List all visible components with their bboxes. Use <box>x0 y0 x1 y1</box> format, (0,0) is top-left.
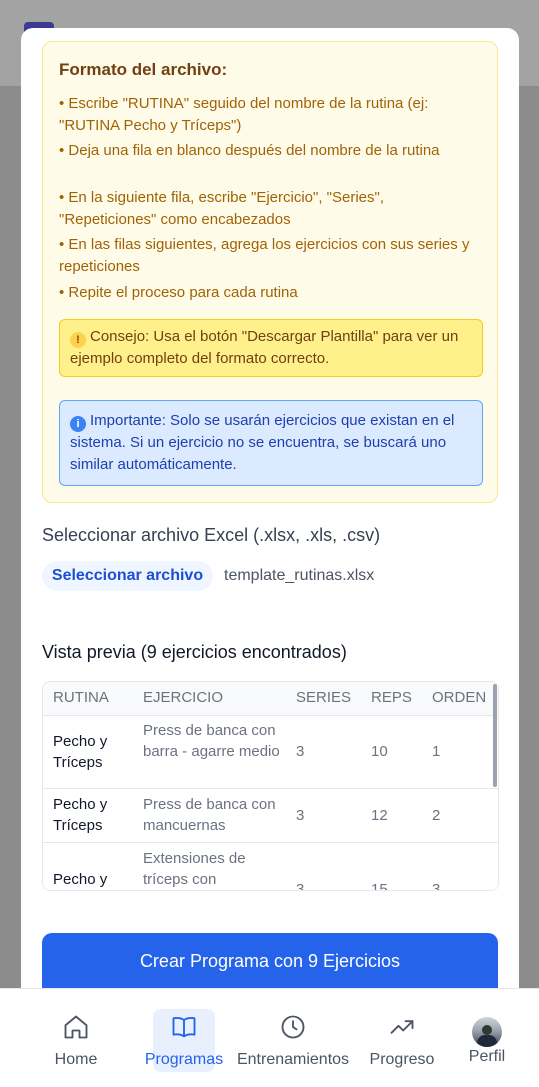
trending-up-icon <box>390 1020 414 1034</box>
select-file-button[interactable]: Seleccionar archivo <box>42 561 213 591</box>
cell-orden: 3 <box>432 881 441 891</box>
nav-entrenamientos-label: Entrenamientos <box>236 1051 350 1068</box>
preview-title: Vista previa (9 ejercicios encontrados) <box>42 642 347 662</box>
book-icon <box>172 1017 196 1038</box>
nav-perfil[interactable]: Perfil <box>452 989 522 1087</box>
table-scrollbar[interactable] <box>493 684 497 787</box>
nav-progreso-label: Progreso <box>369 1051 435 1068</box>
column-header-series: SERIES <box>296 689 352 706</box>
file-select-label: Seleccionar archivo Excel (.xlsx, .xls, … <box>42 525 381 545</box>
clock-icon <box>281 1015 305 1039</box>
format-bullet: • Escribe "RUTINA" seguido del nombre de… <box>59 95 429 134</box>
avatar <box>472 1017 502 1047</box>
column-header-orden: ORDEN <box>432 689 487 706</box>
avatar-body <box>477 1035 497 1047</box>
cell-rutina: Pecho y <box>53 871 108 888</box>
avatar-head <box>482 1025 492 1035</box>
cell-ejercicio: Press de banca con mancuernas <box>143 796 276 834</box>
cell-reps: 10 <box>371 743 388 760</box>
cell-rutina: Pecho y Tríceps <box>53 733 108 771</box>
cell-series: 3 <box>296 807 305 824</box>
info-icon: i <box>70 416 86 432</box>
nav-home[interactable]: Home <box>36 989 116 1087</box>
selected-file-name: template_rutinas.xlsx <box>224 567 375 584</box>
format-bullet: • En las filas siguientes, agrega los ej… <box>59 236 470 275</box>
nav-home-label: Home <box>54 1051 98 1068</box>
nav-entrenamientos[interactable]: Entrenamientos <box>232 989 354 1087</box>
nav-programas-label: Programas <box>144 1051 224 1068</box>
table-row: Pecho y Tríceps Press de banca con barra… <box>43 716 498 789</box>
nav-programas[interactable]: Programas <box>144 989 224 1087</box>
cell-series: 3 <box>296 743 305 760</box>
nav-progreso[interactable]: Progreso <box>362 989 442 1087</box>
important-box: i Importante: Solo se usarán ejercicios q… <box>59 400 483 486</box>
cell-ejercicio: Press de banca con barra - agarre medio <box>143 722 280 760</box>
lightbulb-icon: ! <box>70 332 86 348</box>
nav-perfil-label: Perfil <box>468 1048 506 1065</box>
column-header-ejercicio: EJERCICIO <box>143 689 224 706</box>
tip-text: Consejo: Usa el botón "Descargar Plantil… <box>70 328 459 367</box>
format-bullet: • Repite el proceso para cada rutina <box>59 284 298 301</box>
cell-orden: 2 <box>432 807 441 824</box>
table-header: RUTINA EJERCICIO SERIES REPS ORDEN <box>43 682 498 716</box>
format-instructions: Formato del archivo: • Escribe "RUTINA" … <box>42 41 498 503</box>
column-header-reps: REPS <box>371 689 412 706</box>
table-row: Pecho y Tríceps Press de banca con mancu… <box>43 789 498 843</box>
home-icon <box>64 1015 88 1039</box>
cell-series: 3 <box>296 881 305 891</box>
cell-reps: 15 <box>371 881 388 891</box>
format-title: Formato del archivo: <box>59 60 228 79</box>
format-bullet: • Deja una fila en blanco después del no… <box>59 142 440 159</box>
column-header-rutina: RUTINA <box>53 689 109 706</box>
cell-ejercicio: Extensiones de tríceps con <box>143 850 246 888</box>
cell-orden: 1 <box>432 743 441 760</box>
cell-rutina: Pecho y Tríceps <box>53 796 108 834</box>
format-bullet: • En la siguiente fila, escribe "Ejercic… <box>59 189 385 228</box>
cell-reps: 12 <box>371 807 388 824</box>
tip-box: ! Consejo: Usa el botón "Descargar Planti… <box>59 319 483 377</box>
create-program-button[interactable]: Crear Programa con 9 Ejercicios <box>42 933 498 988</box>
important-text: Importante: Solo se usarán ejercicios qu… <box>70 412 455 473</box>
bottom-nav: Home Programas Entrenamientos Progreso P… <box>0 988 539 1087</box>
table-row: Pecho y Extensiones de tríceps con 3 15 … <box>43 843 498 891</box>
preview-table[interactable]: RUTINA EJERCICIO SERIES REPS ORDEN Pecho… <box>42 681 499 891</box>
import-modal: Formato del archivo: • Escribe "RUTINA" … <box>21 28 519 988</box>
